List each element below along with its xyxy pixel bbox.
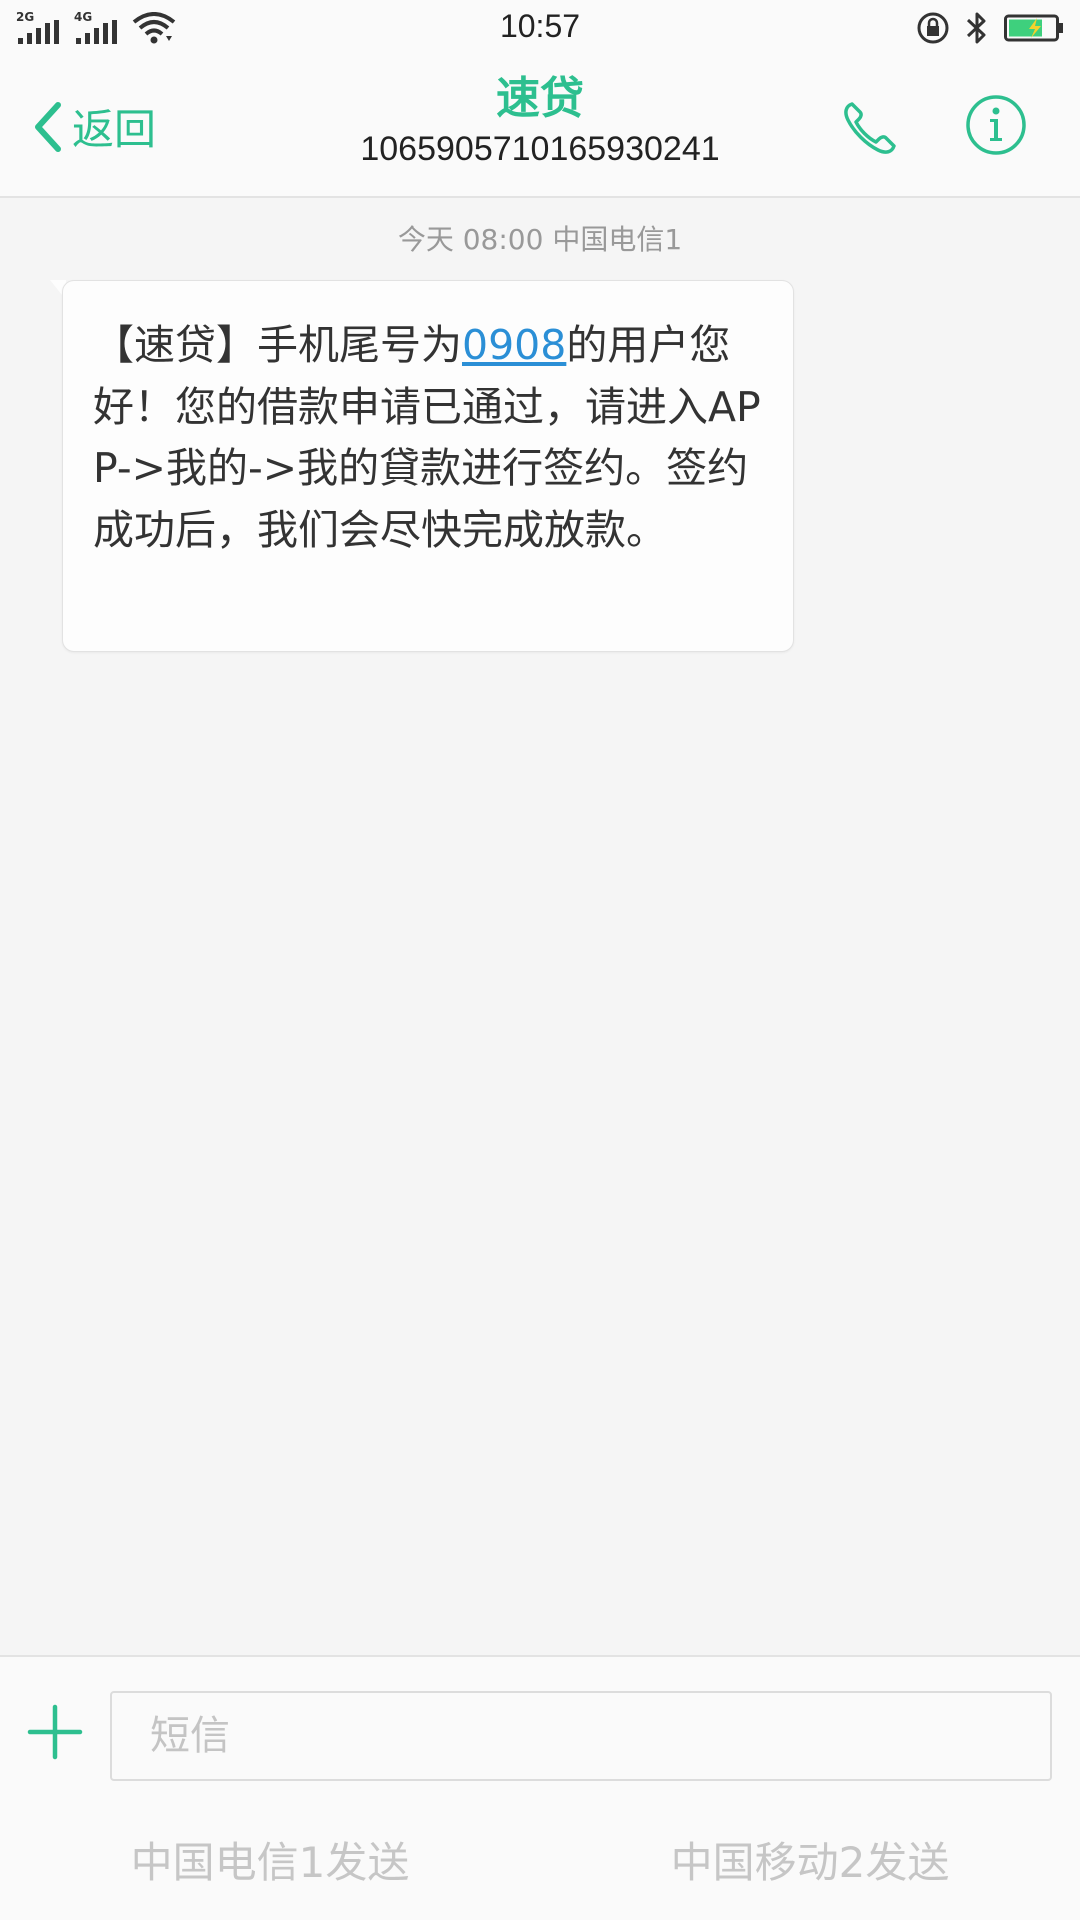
plus-icon[interactable] [26, 1703, 84, 1761]
battery-charging-icon [1004, 14, 1063, 42]
message-timestamp: 今天 08:00 中国电信1 [397, 223, 683, 256]
back-label: 返回 [72, 105, 157, 154]
message-input[interactable] [110, 1691, 1052, 1781]
info-icon[interactable] [965, 94, 1027, 156]
conversation-header: 返回 速贷 1065905710165930241 [0, 56, 1080, 198]
status-bar: 2G 4G 10:57 [0, 0, 1080, 56]
send-sim2-button[interactable]: 中国移动2发送 [590, 1829, 1030, 1890]
contact-name: 速贷 [496, 73, 584, 124]
send-sim1-button[interactable]: 中国电信1发送 [50, 1829, 490, 1890]
composer-bar: 中国电信1发送 中国移动2发送 [0, 1655, 1080, 1920]
back-button[interactable]: 返回 [30, 96, 156, 157]
message-text-before: 【速贷】手机尾号为 [93, 321, 462, 369]
rotation-lock-icon [917, 12, 949, 44]
contact-number: 1065905710165930241 [360, 130, 720, 168]
phone-icon[interactable] [840, 98, 900, 158]
contact-title: 速贷 1065905710165930241 [240, 72, 840, 172]
phone-number-link[interactable]: 0908 [462, 321, 566, 369]
bluetooth-icon [966, 12, 986, 44]
sms-conversation-screen: 2G 4G 10:57 返回 速贷 1065905710165930241 今天… [0, 0, 1080, 1920]
message-text: 【速贷】手机尾号为0908的用户您好！您的借款申请已通过，请进入APP->我的-… [93, 315, 763, 561]
status-right-group [916, 10, 1064, 46]
chevron-left-icon [35, 101, 61, 152]
message-bubble[interactable]: 【速贷】手机尾号为0908的用户您好！您的借款申请已通过，请进入APP->我的-… [62, 280, 794, 652]
